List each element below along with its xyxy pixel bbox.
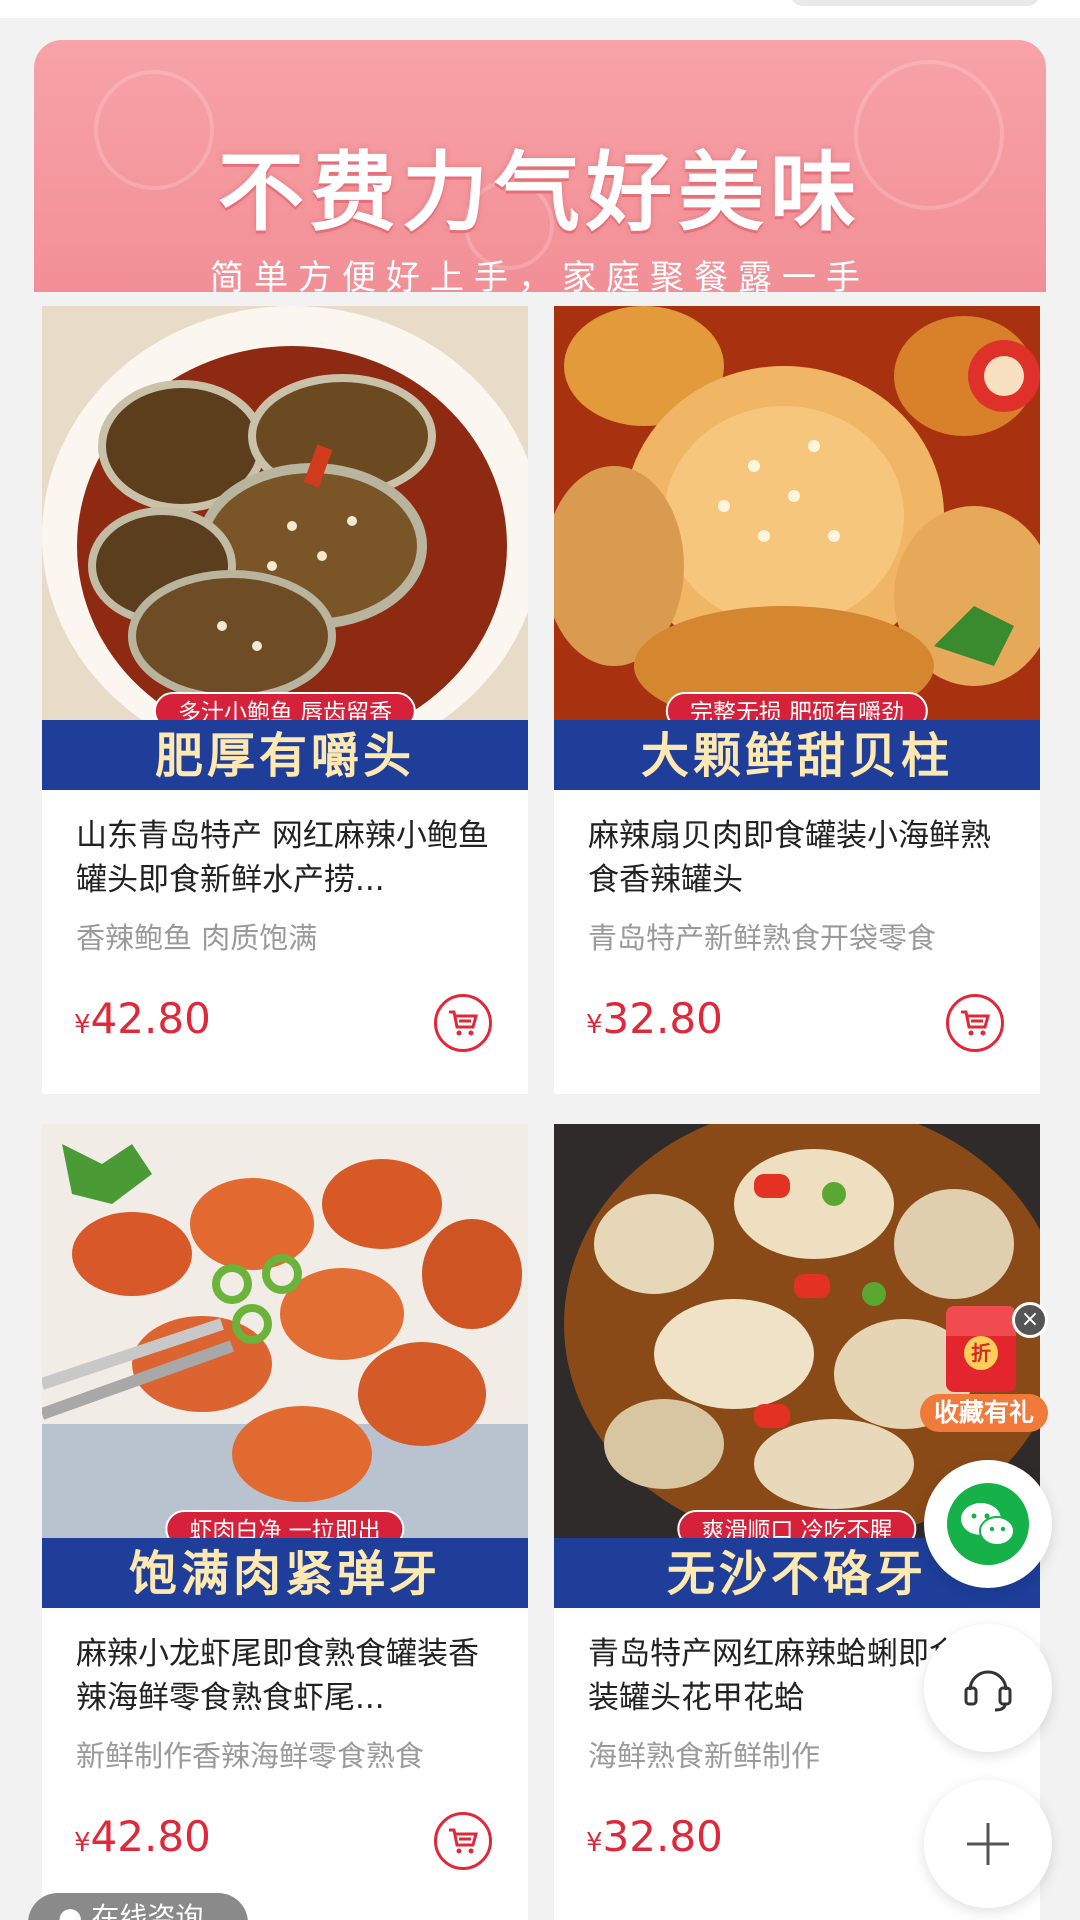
- product-card[interactable]: 完整无损 肥硕有嚼劲 大颗鲜甜贝柱 麻辣扇贝肉即食罐装小海鲜熟食香辣罐头 青岛特…: [554, 306, 1040, 1094]
- cart-icon: [961, 1010, 990, 1036]
- product-slogan: 肥厚有嚼头: [42, 720, 528, 790]
- plus-icon: [967, 1823, 1009, 1865]
- product-slogan: 大颗鲜甜贝柱: [554, 720, 1040, 790]
- product-subtitle: 香辣鲍鱼 肉质饱满: [76, 921, 318, 955]
- product-card[interactable]: 多汁小鲍鱼 唇齿留香 肥厚有嚼头 山东青岛特产 网红麻辣小鲍鱼罐头即食新鲜水产捞…: [42, 306, 528, 1094]
- add-to-cart-button[interactable]: [434, 1812, 492, 1870]
- add-to-cart-button[interactable]: [946, 994, 1004, 1052]
- close-icon[interactable]: ×: [1012, 1302, 1048, 1338]
- product-title[interactable]: 麻辣小龙虾尾即食熟食罐装香辣海鲜零食熟食虾尾...: [76, 1632, 496, 1720]
- product-slogan: 饱满肉紧弹牙: [42, 1538, 528, 1608]
- product-price: ¥42.80: [74, 1812, 211, 1861]
- top-search-pill[interactable]: [790, 0, 1040, 6]
- product-photo[interactable]: 多汁小鲍鱼 唇齿留香 肥厚有嚼头: [42, 306, 528, 790]
- promo-banner: 不费力气好美味 简单方便好上手，家庭聚餐露一手: [34, 40, 1046, 292]
- product-title[interactable]: 麻辣扇贝肉即食罐装小海鲜熟食香辣罐头: [588, 814, 1008, 902]
- favorite-gift-label: 收藏有礼: [920, 1394, 1048, 1432]
- wechat-share-button[interactable]: [924, 1460, 1052, 1588]
- product-photo[interactable]: 完整无损 肥硕有嚼劲 大颗鲜甜贝柱: [554, 306, 1040, 790]
- banner-title: 不费力气好美味: [218, 142, 862, 243]
- product-subtitle: 青岛特产新鲜熟食开袋零食: [588, 921, 937, 955]
- wechat-icon: [947, 1483, 1029, 1565]
- add-to-cart-button[interactable]: [434, 994, 492, 1052]
- expand-menu-button[interactable]: [924, 1780, 1052, 1908]
- product-title[interactable]: 山东青岛特产 网红麻辣小鲍鱼罐头即食新鲜水产捞...: [76, 814, 496, 902]
- headset-icon: [964, 1670, 1012, 1712]
- online-consult-button[interactable]: ● 在线咨询: [28, 1893, 248, 1920]
- product-price: ¥32.80: [586, 1812, 723, 1861]
- banner-subtitle: 简单方便好上手，家庭聚餐露一手: [210, 258, 870, 292]
- favorite-gift-widget[interactable]: 折 × 收藏有礼: [920, 1302, 1048, 1434]
- online-consult-label: 在线咨询: [91, 1901, 204, 1920]
- cart-icon: [449, 1828, 478, 1854]
- chat-icon: ●: [58, 1901, 83, 1920]
- product-card[interactable]: 虾肉白净 一拉即出 饱满肉紧弹牙 麻辣小龙虾尾即食熟食罐装香辣海鲜零食熟食虾尾.…: [42, 1124, 528, 1920]
- gift-box-flap: [946, 1306, 1016, 1336]
- cart-icon: [449, 1010, 478, 1036]
- discount-coin-icon: 折: [964, 1336, 998, 1370]
- product-photo[interactable]: 虾肉白净 一拉即出 饱满肉紧弹牙: [42, 1124, 528, 1608]
- product-subtitle: 新鲜制作香辣海鲜零食熟食: [76, 1739, 425, 1773]
- customer-service-button[interactable]: [924, 1624, 1052, 1752]
- product-price: ¥32.80: [586, 994, 723, 1043]
- product-price: ¥42.80: [74, 994, 211, 1043]
